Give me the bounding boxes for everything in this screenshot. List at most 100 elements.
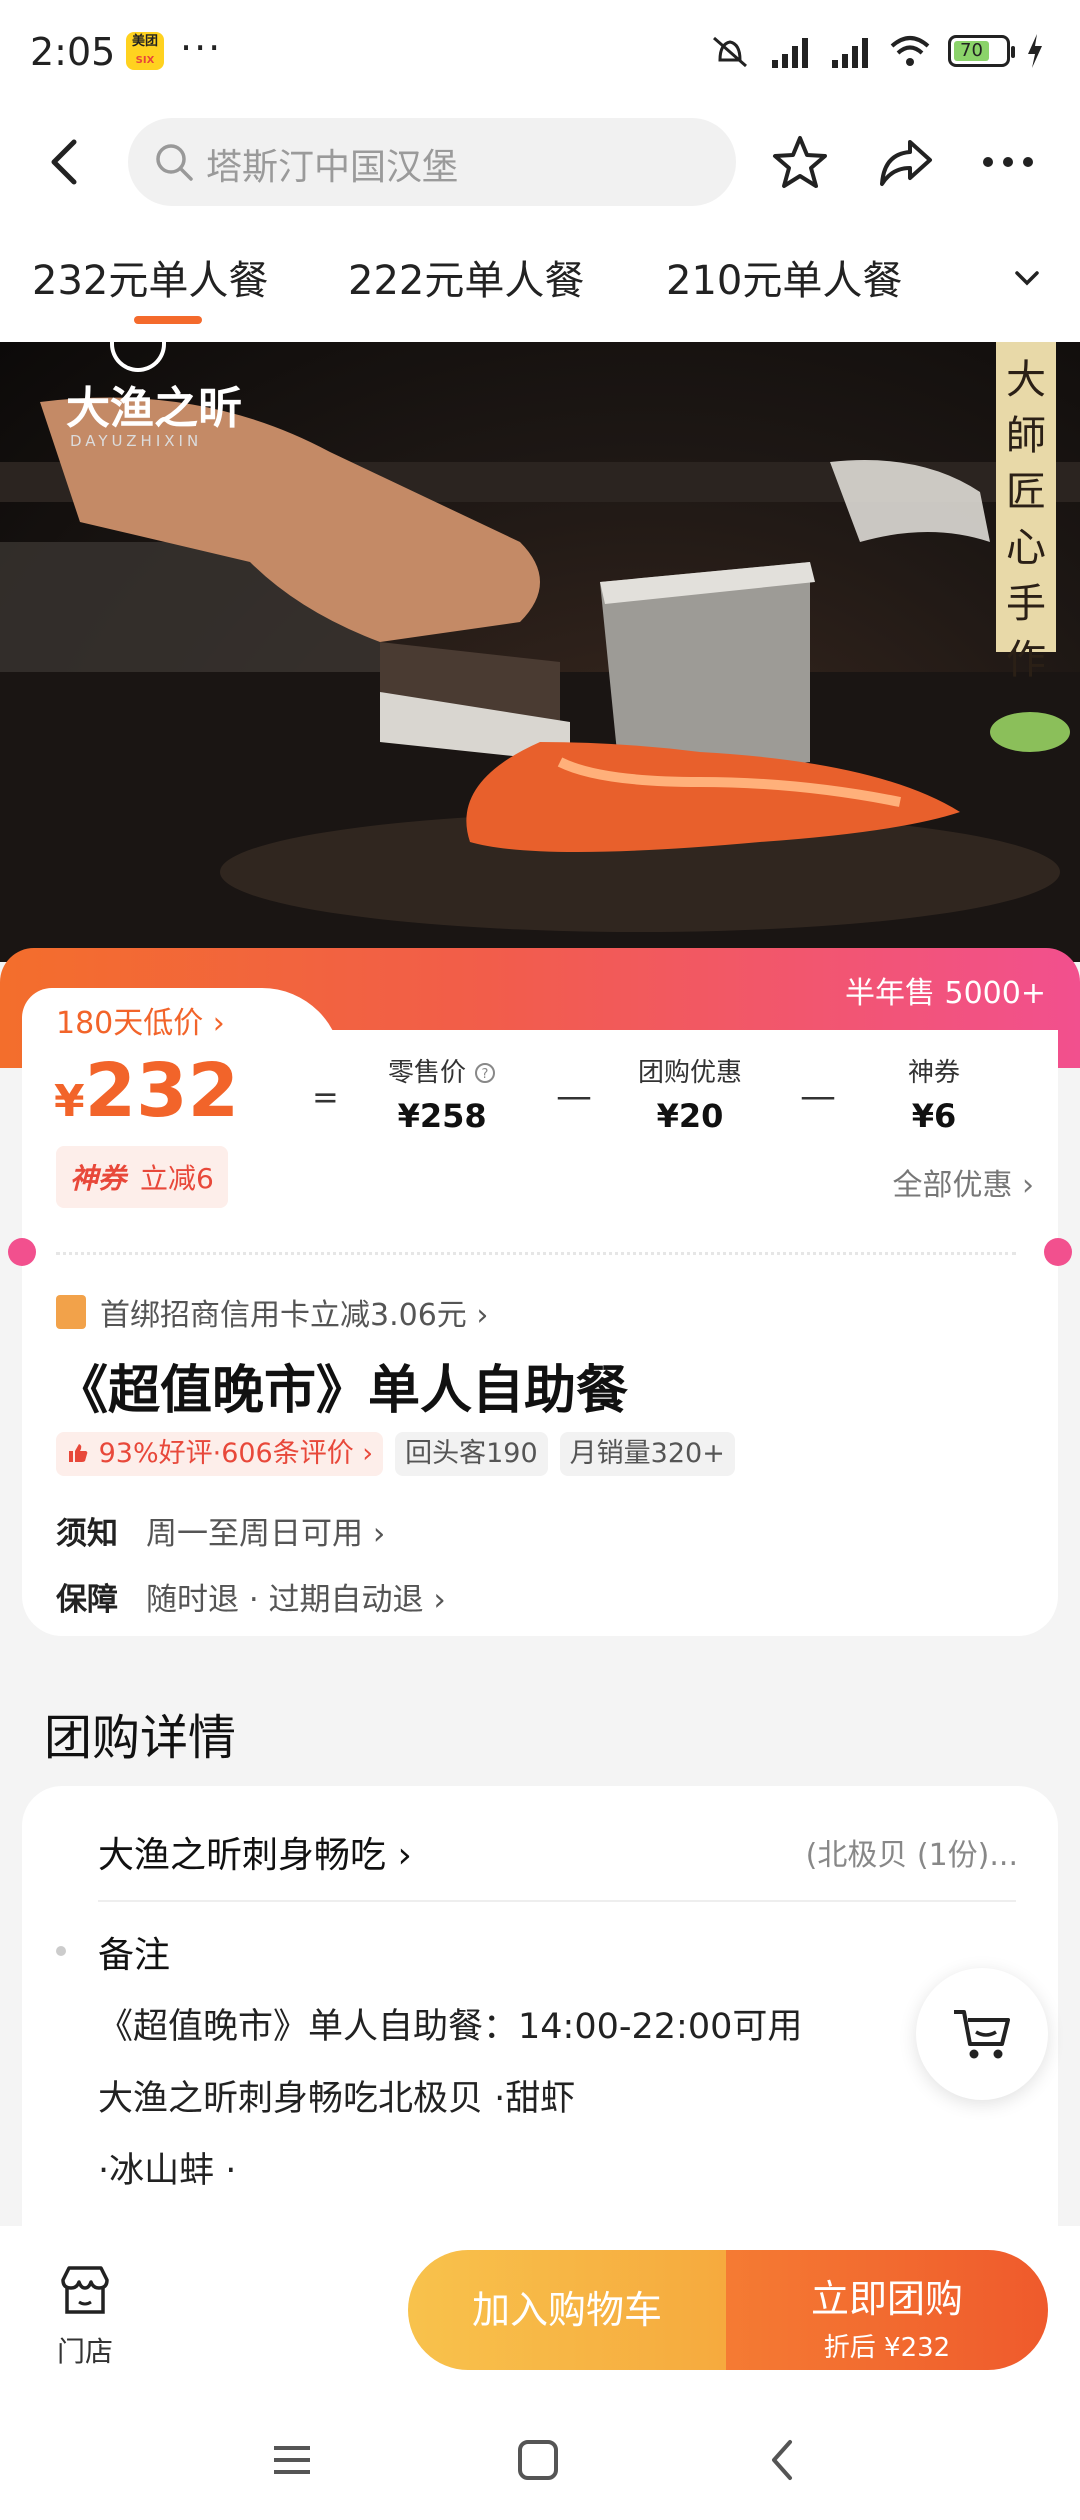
menu-item-link[interactable]: 大渔之昕刺身畅吃 › xyxy=(98,1826,412,1878)
group-discount-value: ¥20 xyxy=(656,1097,724,1135)
menu-item-summary: (北极贝 (1份)... xyxy=(805,1838,1018,1873)
super-coupon-label: 神券 xyxy=(70,1162,127,1195)
status-bar: 2:05 美团 SIX ··· 70 xyxy=(0,0,1080,108)
notice-value: 周一至周日可用 › xyxy=(146,1516,386,1552)
note-line: 《超值晚市》单人自助餐：14:00-22:00可用 xyxy=(98,2007,803,2047)
super-coupon-badge[interactable]: 神券 立减6 xyxy=(56,1146,228,1208)
group-discount-block: 团购优惠 ¥20 xyxy=(638,1052,742,1135)
app-badge-bottom: SIX xyxy=(135,55,155,66)
bullet-dot xyxy=(56,1946,66,1956)
guarantee-label: 保障 xyxy=(56,1582,118,1618)
minus-sign: — xyxy=(556,1076,592,1117)
banner-char: 匠 xyxy=(1006,469,1046,515)
dotted-divider xyxy=(56,1252,1016,1255)
battery-level: 70 xyxy=(954,41,989,61)
group-discount-label: 团购优惠 xyxy=(638,1058,743,1088)
retail-value: ¥258 xyxy=(397,1097,487,1135)
bank-offer-text: 首绑招商信用卡立减3.06元 › xyxy=(100,1298,489,1333)
mute-icon xyxy=(713,36,747,68)
thumbs-up-icon xyxy=(69,1444,88,1462)
active-tab-indicator xyxy=(134,316,202,324)
store-label: 门店 xyxy=(56,2335,113,2368)
bank-offer[interactable]: 首绑招商信用卡立减3.06元 › xyxy=(56,1290,488,1334)
banner-char: 師 xyxy=(1006,413,1046,459)
section-title: 团购详情 xyxy=(44,1710,237,1766)
banner-char: 手 xyxy=(1006,581,1046,627)
tab-232-set[interactable]: 232元单人餐 xyxy=(32,248,268,306)
deal-stats: 93%好评·606条评价 › 回头客190 月销量320+ xyxy=(56,1432,735,1476)
store-button[interactable]: 门店 xyxy=(50,2262,120,2370)
brand-logo-text: 大渔之昕 xyxy=(66,383,242,434)
search-placeholder: 塔斯汀中国汉堡 xyxy=(206,147,459,188)
card-notch-right xyxy=(1044,1238,1072,1266)
half-year-sales: 半年售 5000+ xyxy=(844,976,1046,1011)
wifi-icon xyxy=(890,36,930,66)
menu-icon[interactable] xyxy=(262,2430,322,2490)
signal-icon-2 xyxy=(832,38,868,68)
tabs-expand-button[interactable] xyxy=(970,218,1080,342)
chevron-down-icon xyxy=(1015,271,1039,286)
tab-210-set[interactable]: 210元单人餐 xyxy=(666,248,902,306)
return-customers-chip: 回头客190 xyxy=(395,1432,548,1476)
card-notch-left xyxy=(8,1238,36,1266)
add-to-cart-button[interactable]: 加入购物车 xyxy=(408,2250,726,2370)
notice-row[interactable]: 须知 周一至周日可用 › xyxy=(56,1508,385,1553)
more-menu-icon[interactable] xyxy=(976,130,1040,194)
super-coupon-discount: 立减6 xyxy=(140,1162,214,1195)
note-label: 备注 xyxy=(98,1935,171,1976)
charging-icon xyxy=(1028,34,1042,68)
retail-price-block[interactable]: 零售价 ? ¥258 xyxy=(388,1052,496,1135)
top-nav: 塔斯汀中国汉堡 xyxy=(0,108,1080,218)
search-icon xyxy=(156,144,193,181)
shopping-cart-icon xyxy=(954,2010,1010,2059)
brand-logo-subtext: DAYUZHIXIN xyxy=(70,432,203,450)
tab-222-set[interactable]: 222元单人餐 xyxy=(348,248,584,306)
banner-char: 大 xyxy=(1006,357,1046,403)
rating-chip[interactable]: 93%好评·606条评价 › xyxy=(56,1432,384,1476)
home-icon[interactable] xyxy=(508,2430,568,2490)
monthly-sales-chip: 月销量320+ xyxy=(559,1432,735,1476)
back-arrow-icon[interactable] xyxy=(36,132,96,192)
coupon-label: 神券 xyxy=(908,1058,961,1088)
cta-group: 加入购物车 立即团购 折后 ¥232 xyxy=(408,2250,1048,2370)
note-line: 大渔之昕刺身畅吃北极贝 ·甜虾 xyxy=(98,2079,576,2119)
app-badge-top: 美团 xyxy=(131,34,158,49)
buy-now-price: 折后 ¥232 xyxy=(823,2333,951,2363)
back-icon[interactable] xyxy=(754,2430,814,2490)
craftsmanship-banner: 大 師 匠 心 手 作 xyxy=(996,342,1056,683)
buy-now-label: 立即团购 xyxy=(810,2277,963,2321)
floating-cart-button[interactable] xyxy=(916,1968,1048,2100)
coupon-value: ¥6 xyxy=(911,1097,957,1135)
bottom-action-bar: 门店 加入购物车 立即团购 折后 ¥232 xyxy=(0,2226,1080,2394)
banner-char: 作 xyxy=(1006,637,1046,683)
battery-icon: 70 xyxy=(948,35,1015,67)
store-icon xyxy=(61,2266,109,2314)
deal-price: ¥232 xyxy=(54,1048,239,1134)
status-more: ··· xyxy=(180,26,223,70)
search-input[interactable]: 塔斯汀中国汉堡 xyxy=(128,118,736,206)
note-line: ·冰山蚌 · xyxy=(98,2151,237,2191)
package-tabs: 232元单人餐 222元单人餐 210元单人餐 xyxy=(0,218,1080,342)
guarantee-row[interactable]: 保障 随时退 · 过期自动退 › xyxy=(56,1574,446,1619)
meituan-app-icon: 美团 SIX xyxy=(126,32,164,70)
rating-text: 93%好评·606条评价 › xyxy=(98,1438,374,1469)
notice-label: 须知 xyxy=(56,1516,118,1552)
lowest-price-link[interactable]: 180天低价 › xyxy=(56,998,225,1042)
buy-now-button[interactable]: 立即团购 折后 ¥232 xyxy=(726,2250,1048,2370)
price-value: 232 xyxy=(84,1048,240,1134)
share-icon[interactable] xyxy=(874,130,938,194)
all-offers-link[interactable]: 全部优惠 › xyxy=(892,1160,1034,1204)
price-card: 半年售 5000+ 180天低价 › ¥232 = 零售价 ? ¥258 — 团… xyxy=(0,948,1080,1648)
deal-details-card: 大渔之昕刺身畅吃 › (北极贝 (1份)... 备注 《超值晚市》单人自助餐：1… xyxy=(22,1786,1058,2226)
divider xyxy=(98,1900,1016,1902)
guarantee-value: 随时退 · 过期自动退 › xyxy=(146,1582,446,1618)
product-hero-image[interactable]: 大渔之昕 DAYUZHIXIN 大 師 匠 心 手 作 xyxy=(0,342,1080,962)
status-time: 2:05 xyxy=(30,30,116,74)
deal-title: 《超值晚市》单人自助餐 xyxy=(56,1361,629,1421)
retail-label: 零售价 xyxy=(388,1058,467,1088)
coupon-block: 神券 ¥6 xyxy=(908,1052,960,1135)
favorite-star-icon[interactable] xyxy=(768,130,832,194)
minus-sign: — xyxy=(800,1076,836,1117)
banner-char: 心 xyxy=(1006,525,1046,571)
signal-icon-1 xyxy=(772,38,808,68)
